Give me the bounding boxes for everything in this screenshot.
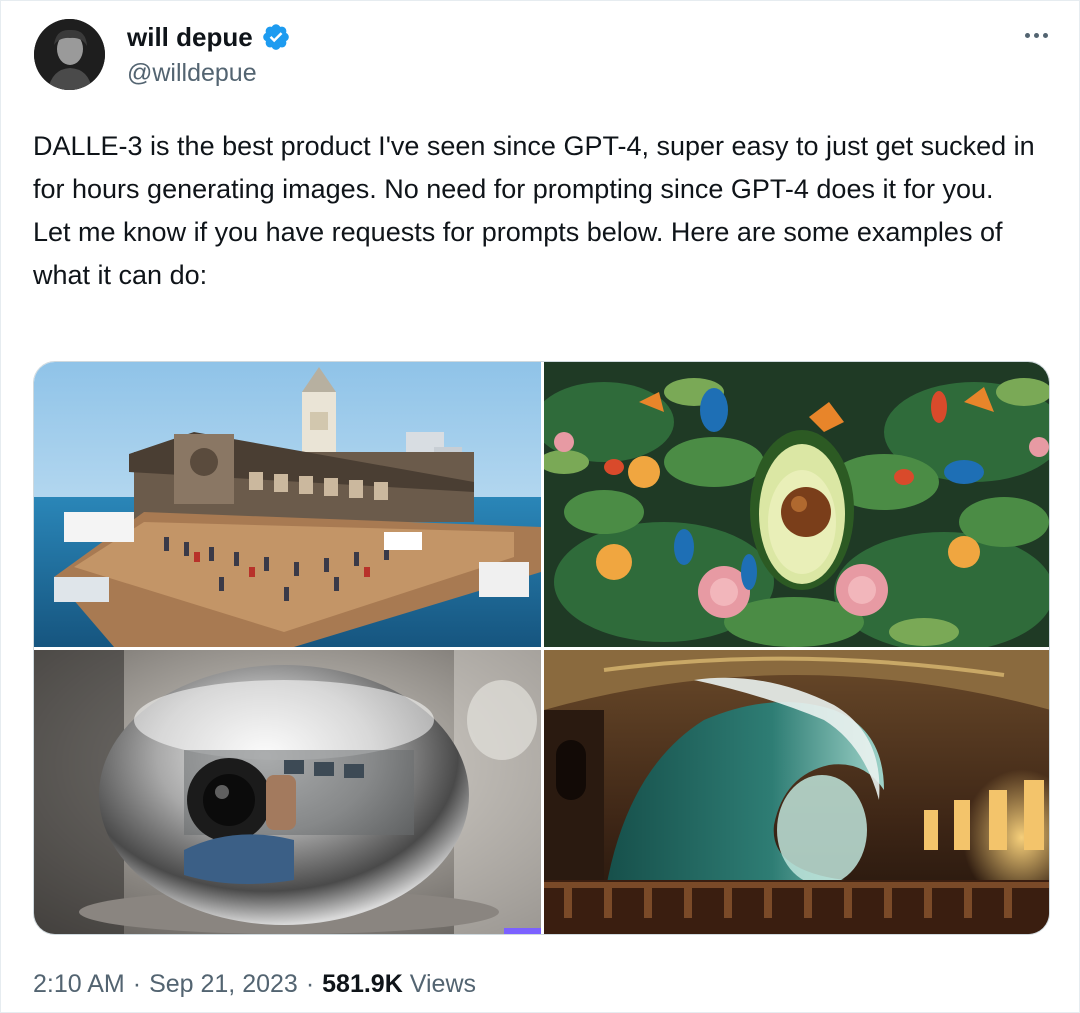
views-count[interactable]: 581.9K	[322, 967, 403, 1001]
tweet-meta: 2:10 AM · Sep 21, 2023 · 581.9K Views	[33, 967, 476, 1001]
tweet-time[interactable]: 2:10 AM	[33, 967, 125, 1001]
tweet-text: DALLE-3 is the best product I've seen si…	[33, 125, 1058, 297]
views-label[interactable]: Views	[403, 967, 476, 1001]
tweet-card: will depue @willdepue DALLE-3 is the bes…	[0, 0, 1080, 1013]
author-handle[interactable]: @willdepue	[127, 57, 257, 89]
dot	[1042, 32, 1048, 38]
meta-separator: ·	[132, 970, 142, 998]
image-ferry-building-pier[interactable]	[34, 362, 541, 647]
meta-separator: ·	[305, 970, 315, 998]
image-chrome-sphere-photographer[interactable]	[34, 650, 541, 934]
image-avocado-jungle[interactable]	[544, 362, 1049, 647]
media-grid	[33, 361, 1050, 935]
avatar[interactable]	[34, 19, 105, 90]
image-wave-in-palace-hall[interactable]	[544, 650, 1049, 934]
tweet-text-paragraph-1: DALLE-3 is the best product I've seen si…	[33, 131, 1035, 204]
tweet-text-paragraph-2: Let me know if you have requests for pro…	[33, 217, 1003, 290]
dot	[1024, 32, 1030, 38]
author-name-row: will depue	[127, 21, 291, 53]
author-display-name[interactable]: will depue	[127, 21, 253, 53]
more-horizontal-icon[interactable]	[1019, 23, 1053, 47]
verified-badge-icon	[262, 24, 289, 50]
tweet-date[interactable]: Sep 21, 2023	[149, 967, 298, 1001]
dot	[1033, 32, 1039, 38]
